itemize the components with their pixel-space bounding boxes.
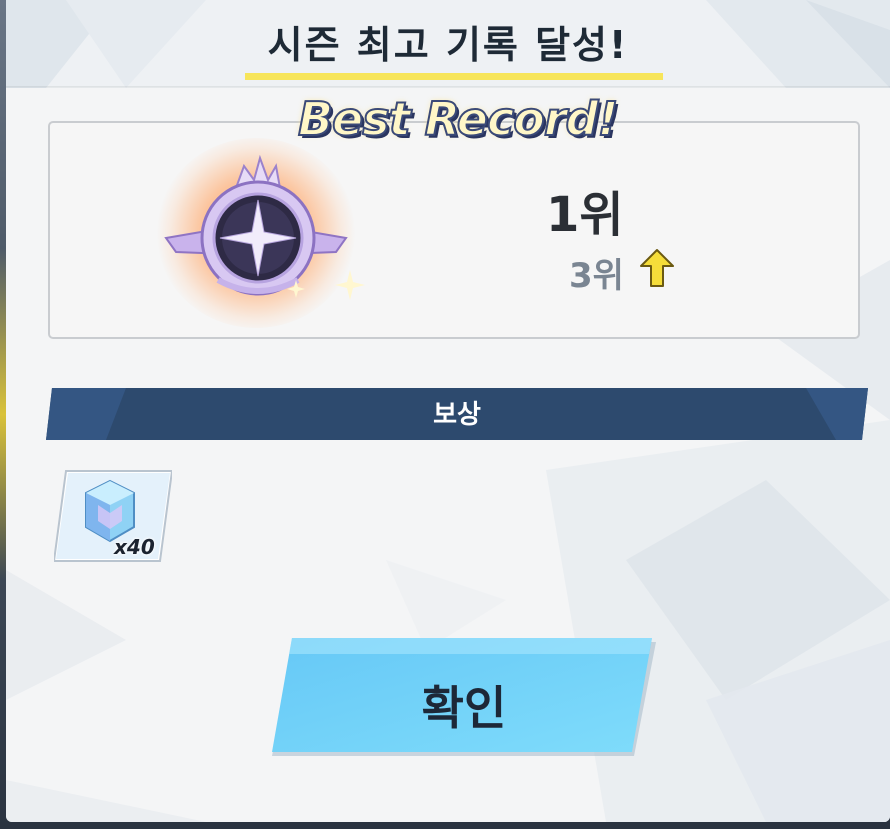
reward-quantity: x40 (114, 535, 155, 559)
reward-section-label: 보상 (433, 400, 481, 430)
current-rank: 1위 (546, 187, 624, 243)
best-record-banner: Best Record! (297, 91, 619, 147)
confirm-button[interactable]: 확인 (272, 638, 656, 758)
rank-emblem-icon (164, 154, 365, 300)
previous-rank: 3위 (569, 256, 624, 296)
reward-section-header: 보상 (46, 388, 868, 440)
game-screen: 시즌 최고 기록 달성! Best Record! 1위 3위 보상 x40 확… (0, 0, 890, 829)
header-divider (6, 86, 890, 88)
title-underline (245, 73, 663, 80)
rank-emblem (136, 130, 376, 330)
game-backdrop-bottom (0, 822, 890, 829)
season-record-dialog: 시즌 최고 기록 달성! Best Record! 1위 3위 보상 x40 확… (6, 0, 890, 822)
up-arrow-icon (640, 249, 674, 287)
dialog-header: 시즌 최고 기록 달성! (6, 0, 890, 88)
dialog-title: 시즌 최고 기록 달성! (267, 23, 629, 67)
confirm-button-label: 확인 (421, 681, 507, 735)
